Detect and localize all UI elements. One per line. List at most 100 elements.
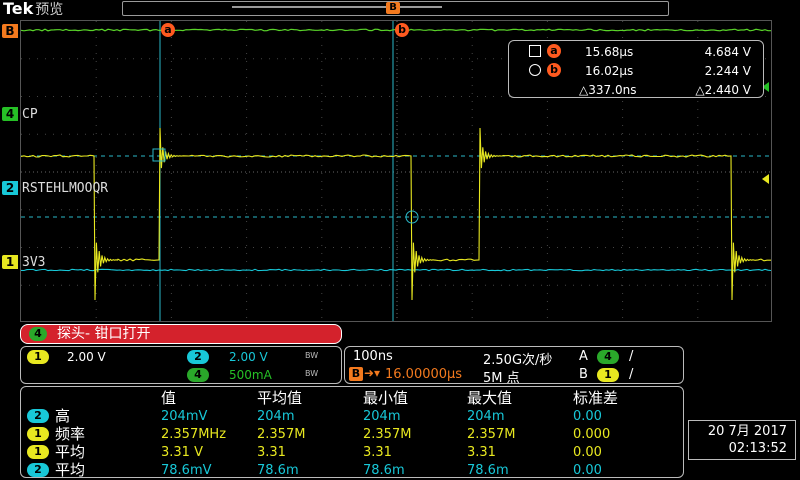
channel-2-marker[interactable]: 2 RSTEHLMOOQR xyxy=(2,181,108,195)
meas-header-mean: 平均值 xyxy=(257,387,302,408)
top-bar: Tek 预览 B xyxy=(0,0,800,20)
channel-4-tab: 4 xyxy=(2,107,18,121)
measurement-cell: 3.31 xyxy=(467,445,496,460)
probe-message-bar: 4 探头- 钳口打开 xyxy=(20,324,342,344)
channel-2-trace xyxy=(21,269,771,270)
channel-1-marker[interactable]: 1 3V3 xyxy=(2,255,45,269)
measurement-row[interactable]: 1 平均 3.31 V 3.31 3.31 3.31 0.00 xyxy=(21,443,685,461)
trigger-b-slope-icon[interactable]: / xyxy=(629,367,633,382)
measurement-cell: 204m xyxy=(467,409,504,424)
cursor-b-time: 16.02µs xyxy=(585,64,633,78)
measurement-cell: 78.6mV xyxy=(161,463,212,478)
measurement-cell: 78.6m xyxy=(467,463,509,478)
ch1-scale[interactable]: 2.00 V xyxy=(67,350,106,364)
meas-header-min: 最小值 xyxy=(363,387,408,408)
datetime-box: 20 7月 2017 02:13:52 xyxy=(688,420,796,460)
sample-rate: 2.50G次/秒 xyxy=(483,349,552,368)
measurement-cell: 3.31 V xyxy=(161,445,203,460)
meas-header-max: 最大值 xyxy=(467,387,512,408)
time-text: 02:13:52 xyxy=(689,440,787,457)
trigger-a-label: A xyxy=(579,349,588,364)
measurement-cell: 0.00 xyxy=(573,463,602,478)
measurement-cell: 78.6m xyxy=(257,463,299,478)
channel-1-tab: 1 xyxy=(2,255,18,269)
measurement-cell: 204mV xyxy=(161,409,207,424)
measurement-cell: 78.6m xyxy=(363,463,405,478)
channel-2-tab: 2 xyxy=(2,181,18,195)
cursor-delta-value: △2.440 V xyxy=(695,83,751,97)
delay-arrow-icon: ➜▾ xyxy=(364,366,380,380)
measurement-cell: 3.31 xyxy=(257,445,286,460)
brand-logo: Tek xyxy=(3,0,33,18)
circle-cursor-icon xyxy=(529,64,541,76)
measurement-name: 频率 xyxy=(55,425,85,443)
square-cursor-icon xyxy=(529,45,541,57)
record-length: 5M 点 xyxy=(483,367,520,386)
trigger-a-slope-icon[interactable]: / xyxy=(629,349,633,364)
cursor-delta-time: △337.0ns xyxy=(579,83,636,97)
measurement-cell: 2.357MHz xyxy=(161,427,226,442)
ch4-bandwidth-limit: BW xyxy=(305,370,318,378)
meas-header-value: 值 xyxy=(161,387,176,408)
measurement-name: 平均 xyxy=(55,461,85,479)
measurement-cell: 2.357M xyxy=(363,427,411,442)
cursor-readout: a 15.68µs 4.684 V b 16.02µs 2.244 V △337… xyxy=(508,40,764,98)
cursor-b-badge[interactable]: b xyxy=(395,23,409,37)
cursor-b-value: 2.244 V xyxy=(705,64,751,78)
measurement-cell: 3.31 xyxy=(363,445,392,460)
measurement-channel-badge: 2 xyxy=(27,463,49,477)
measurement-cell: 2.357M xyxy=(257,427,305,442)
channel-b-tab: B xyxy=(2,24,18,38)
cursor-b-row: b 16.02µs 2.244 V xyxy=(509,62,765,80)
probe-message-text: 探头- 钳口打开 xyxy=(57,325,151,343)
measurement-cell: 0.000 xyxy=(573,427,610,442)
ch2-badge[interactable]: 2 xyxy=(187,350,209,364)
record-view-window[interactable] xyxy=(232,6,442,8)
measurement-cell: 204m xyxy=(257,409,294,424)
horizontal-delay[interactable]: 16.00000µs xyxy=(385,367,462,382)
channel-1-label: 3V3 xyxy=(22,255,45,270)
channel-4-label: CP xyxy=(22,107,38,122)
measurement-channel-badge: 1 xyxy=(27,427,49,441)
ch4-scale[interactable]: 500mA xyxy=(229,368,272,382)
trigger-a-source[interactable]: 4 xyxy=(597,350,619,364)
measurement-cell: 204m xyxy=(363,409,400,424)
measurement-channel-badge: 1 xyxy=(27,445,49,459)
message-channel-badge: 4 xyxy=(29,327,47,341)
meas-header-stddev: 标准差 xyxy=(573,387,618,408)
cursor-a-time: 15.68µs xyxy=(585,45,633,59)
measurement-channel-badge: 2 xyxy=(27,409,49,423)
cursor-a-value: 4.684 V xyxy=(705,45,751,59)
measurement-name: 高 xyxy=(55,407,70,425)
channel-b-marker[interactable]: B xyxy=(2,24,18,38)
trigger-b-label: B xyxy=(579,367,588,382)
measurement-name: 平均 xyxy=(55,443,85,461)
measurement-row[interactable]: 2 平均 78.6mV 78.6m 78.6m 78.6m 0.00 xyxy=(21,461,685,479)
cursor-a-badge[interactable]: a xyxy=(161,23,175,37)
delay-b-icon: B xyxy=(349,367,363,381)
ch2-bandwidth-limit: BW xyxy=(305,352,318,360)
trigger-position-marker[interactable]: B xyxy=(386,2,400,14)
trigger-b-source[interactable]: 1 xyxy=(597,368,619,382)
vertical-settings-panel[interactable]: 1 2.00 V 2 2.00 V BW 4 500mA BW xyxy=(20,346,342,384)
channel-2-label: RSTEHLMOOQR xyxy=(22,181,108,196)
measurement-row[interactable]: 1 频率 2.357MHz 2.357M 2.357M 2.357M 0.000 xyxy=(21,425,685,443)
trigger-level-arrow-icon[interactable] xyxy=(762,174,769,184)
cursor-a-badge-small: a xyxy=(547,44,561,58)
cursor-delta-row: △337.0ns △2.440 V xyxy=(509,81,765,99)
cursor-a-row: a 15.68µs 4.684 V xyxy=(509,43,765,61)
channel-4-marker[interactable]: 4 CP xyxy=(2,107,38,121)
ch1-badge[interactable]: 1 xyxy=(27,350,49,364)
ch4-badge[interactable]: 4 xyxy=(187,368,209,382)
acquisition-mode: 预览 xyxy=(35,2,63,18)
measurements-panel[interactable]: 值 平均值 最小值 最大值 标准差 2 高 204mV 204m 204m 204m 0.0… xyxy=(20,386,684,478)
measurement-cell: 0.00 xyxy=(573,409,602,424)
cursor-b-badge-small: b xyxy=(547,63,561,77)
ch2-scale[interactable]: 2.00 V xyxy=(229,350,268,364)
measurement-cell: 2.357M xyxy=(467,427,515,442)
measurement-cell: 0.00 xyxy=(573,445,602,460)
timebase[interactable]: 100ns xyxy=(353,349,393,364)
measurement-row[interactable]: 2 高 204mV 204m 204m 204m 0.00 xyxy=(21,407,685,425)
brand: Tek 预览 xyxy=(3,0,63,19)
horizontal-trigger-panel[interactable]: 100ns 2.50G次/秒 A 4 / B ➜▾ 16.00000µs 5M … xyxy=(344,346,684,384)
